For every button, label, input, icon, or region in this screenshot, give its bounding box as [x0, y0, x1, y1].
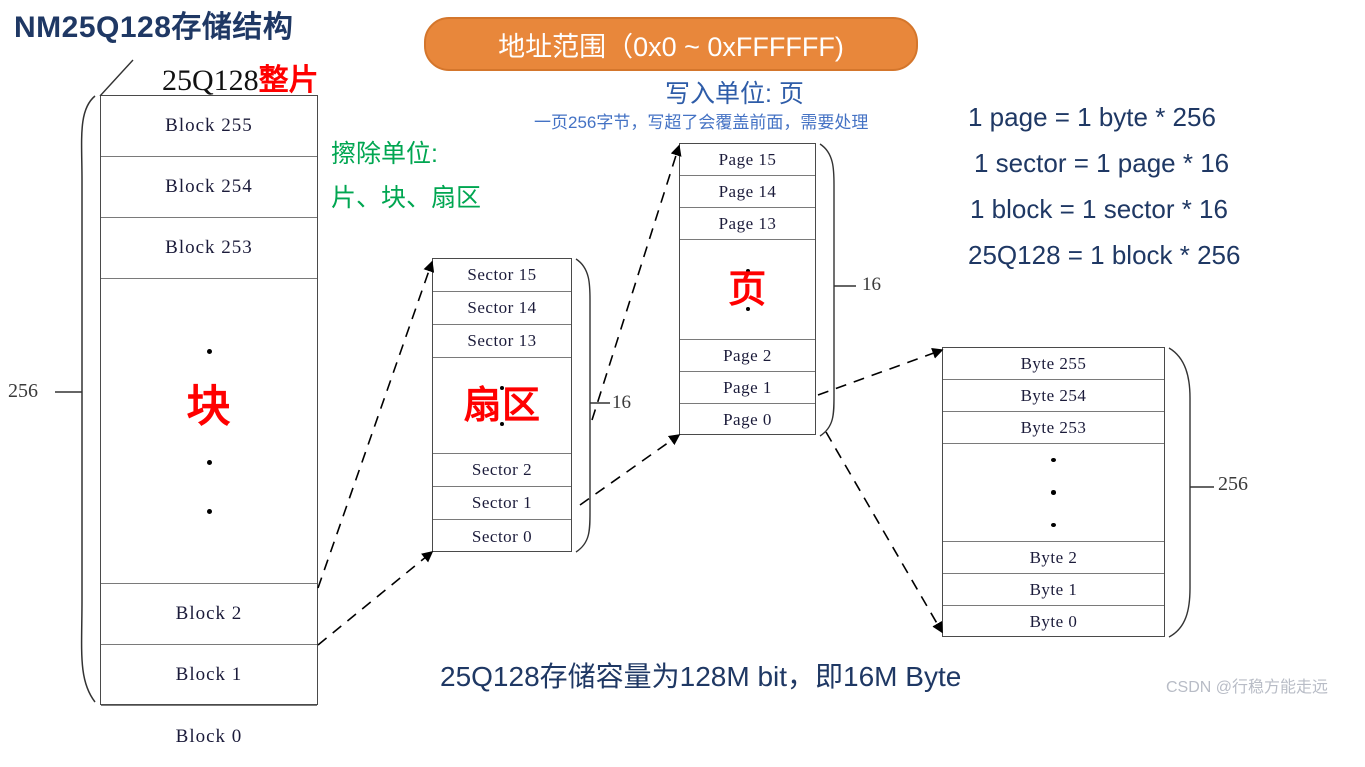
byte-column: Byte 255 Byte 254 Byte 253 Byte 2 Byte 1…	[942, 347, 1165, 637]
block-cell: Block 255	[101, 96, 317, 157]
ellipsis-dot-icon	[1051, 458, 1056, 463]
equation-sector: 1 sector = 1 page * 16	[974, 148, 1230, 178]
block-cell: Block 1	[101, 645, 317, 706]
sector-cell: Sector 2	[433, 454, 571, 487]
page-to-byte-arrow-bottom	[825, 431, 943, 634]
sector-column: Sector 15 Sector 14 Sector 13 扇区 Sector …	[432, 258, 572, 552]
ellipsis-dot-icon	[1051, 490, 1056, 495]
bottom-caption: 25Q128存储容量为128M bit，即16M Byte	[440, 661, 962, 692]
block-count-label: 256	[8, 380, 38, 402]
block-brace	[80, 95, 96, 703]
erase-unit-label: 擦除单位:	[331, 140, 438, 168]
ellipsis-dot-icon	[1051, 522, 1056, 527]
block-ellipsis-cell: 块	[101, 279, 317, 584]
sector-chinese-label: 扇区	[463, 384, 541, 427]
sector-to-page-arrow-bottom	[579, 434, 681, 506]
page-cell: Page 13	[680, 208, 815, 240]
byte-cell: Byte 0	[1029, 612, 1078, 631]
chip-title-leader	[99, 59, 134, 97]
page-title: NM25Q128存储结构	[14, 11, 294, 44]
page-cell: Page 15	[680, 144, 815, 176]
block-cell: Block 253	[101, 218, 317, 279]
page-ellipsis-cell: 页	[680, 240, 815, 340]
sector-cell: Sector 15	[433, 259, 571, 292]
byte-cell: Byte 254	[943, 380, 1164, 412]
sector-cell: Sector 14	[433, 292, 571, 325]
chip-title: 25Q128整片	[162, 55, 319, 99]
chip-title-highlight: 整片	[258, 64, 319, 97]
chip-title-prefix: 25Q128	[162, 64, 259, 97]
sector-count-label: 16	[612, 392, 631, 413]
byte-ellipsis-cell	[943, 444, 1164, 542]
page-cell: Page 1	[680, 372, 815, 404]
write-unit-label: 写入单位: 页	[665, 80, 804, 108]
watermark: CSDN @行稳方能走远	[1166, 679, 1329, 696]
sector-brace	[575, 258, 591, 553]
page-chinese-label: 页	[728, 268, 767, 311]
sector-to-page-arrow-top	[591, 144, 682, 421]
ellipsis-dot-icon	[206, 459, 212, 465]
equation-chip: 25Q128 = 1 block * 256	[968, 240, 1241, 270]
page-count-label: 16	[862, 274, 881, 295]
page-cell: Page 2	[680, 340, 815, 372]
block-cell: Block 0	[175, 725, 243, 747]
equation-block: 1 block = 1 sector * 16	[970, 194, 1228, 224]
block-cell: Block 254	[101, 157, 317, 218]
block-to-sector-arrow-bottom	[317, 550, 434, 646]
block-chinese-label: 块	[186, 381, 232, 431]
block-to-sector-arrow-top	[317, 260, 435, 589]
write-note-label: 一页256字节，写超了会覆盖前面，需要处理	[534, 113, 869, 132]
byte-cell: Byte 2	[943, 542, 1164, 574]
byte-cell: Byte 1	[943, 574, 1164, 606]
byte-brace	[1168, 347, 1191, 638]
equation-list: 1 page = 1 byte * 256 1 sector = 1 page …	[968, 94, 1358, 278]
ellipsis-dot-icon	[206, 508, 212, 514]
sector-cell: Sector 0	[471, 526, 533, 546]
erase-unit-list: 片、块、扇区	[331, 184, 482, 212]
ellipsis-dot-icon	[745, 306, 750, 311]
equation-page: 1 page = 1 byte * 256	[968, 102, 1216, 132]
block-cell: Block 2	[101, 584, 317, 645]
sector-cell: Sector 13	[433, 325, 571, 358]
sector-cell: Sector 1	[433, 487, 571, 520]
page-brace	[819, 143, 835, 437]
page-to-byte-arrow-top	[817, 348, 944, 396]
address-range-badge: 地址范围（0x0 ~ 0xFFFFFF)	[424, 17, 918, 71]
ellipsis-dot-icon	[206, 348, 212, 354]
ellipsis-dot-icon	[500, 421, 504, 426]
byte-count-label: 256	[1218, 473, 1248, 495]
sector-ellipsis-cell: 扇区	[433, 358, 571, 454]
page-cell: Page 0	[723, 410, 772, 429]
block-column: Block 255 Block 254 Block 253 块 Block 2 …	[100, 95, 318, 747]
byte-cell: Byte 253	[943, 412, 1164, 444]
page-column: Page 15 Page 14 Page 13 页 Page 2 Page 1 …	[679, 143, 816, 435]
byte-cell: Byte 255	[943, 348, 1164, 380]
page-cell: Page 14	[680, 176, 815, 208]
